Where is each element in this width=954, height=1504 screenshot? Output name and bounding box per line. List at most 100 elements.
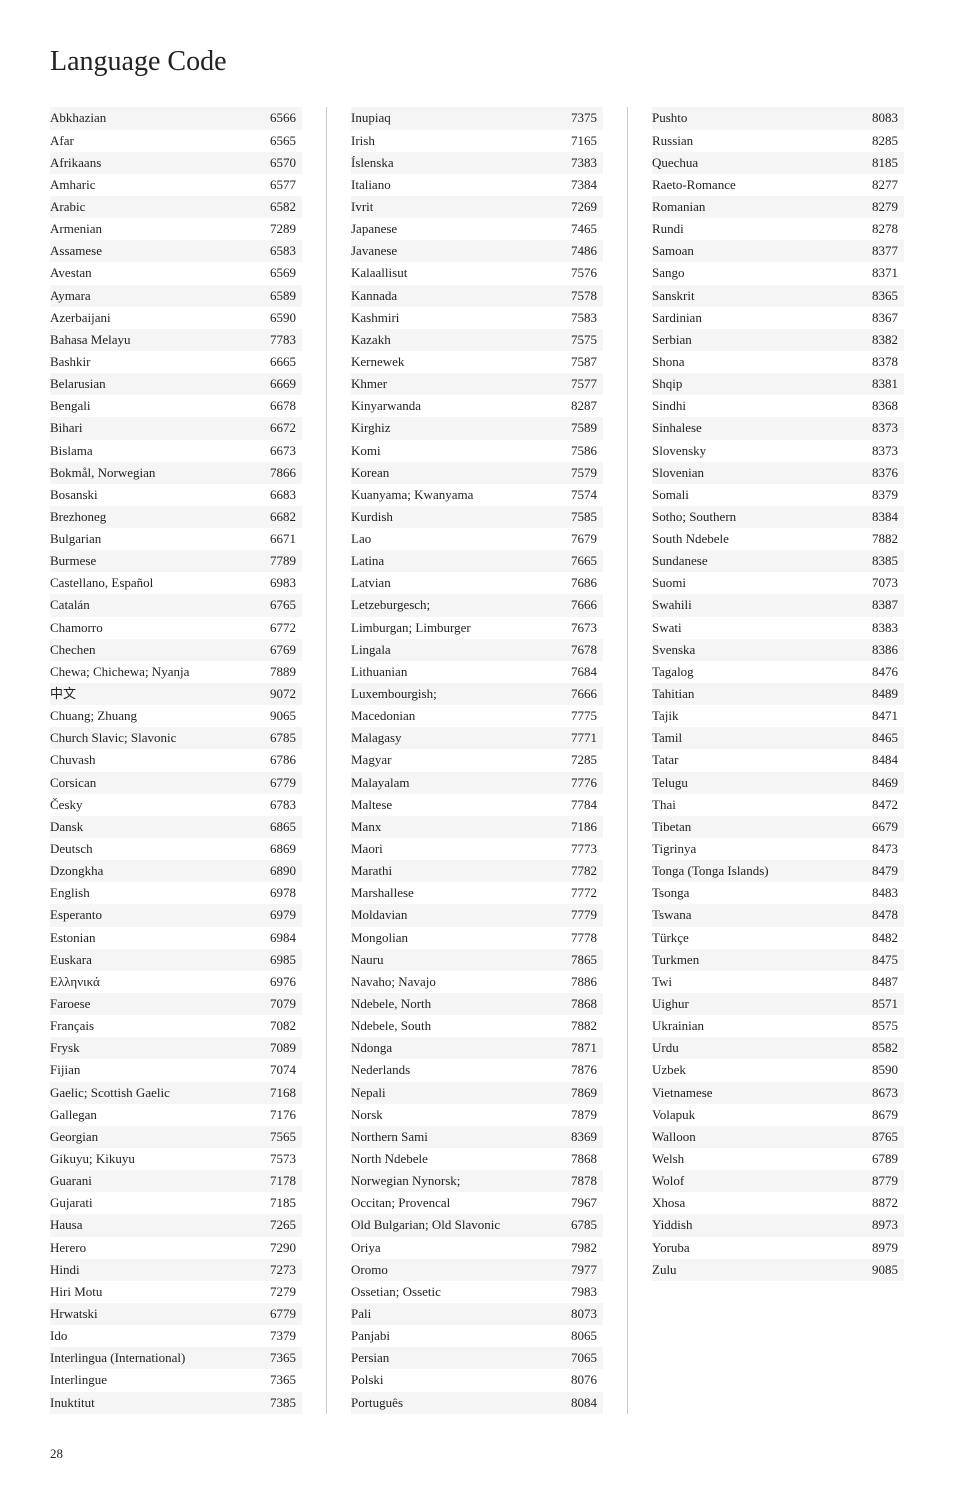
language-name: Oriya: [351, 1238, 561, 1258]
list-item: Old Bulgarian; Old Slavonic6785: [351, 1214, 603, 1236]
language-code: 7587: [561, 352, 597, 372]
list-item: Íslenska7383: [351, 152, 603, 174]
language-name: Ndebele, South: [351, 1016, 561, 1036]
language-name: Italiano: [351, 175, 561, 195]
list-item: Urdu8582: [652, 1037, 904, 1059]
language-name: Javanese: [351, 241, 561, 261]
list-item: Marathi7782: [351, 860, 603, 882]
language-code: 8377: [862, 241, 898, 261]
language-name: Rundi: [652, 219, 862, 239]
language-code: 7185: [260, 1193, 296, 1213]
list-item: Interlingue7365: [50, 1369, 302, 1391]
language-code: 7385: [260, 1393, 296, 1413]
language-code: 8582: [862, 1038, 898, 1058]
language-name: Kernewek: [351, 352, 561, 372]
language-name: Lithuanian: [351, 662, 561, 682]
language-code: 8378: [862, 352, 898, 372]
list-item: Kurdish7585: [351, 506, 603, 528]
language-code: 8365: [862, 286, 898, 306]
language-name: Hausa: [50, 1215, 260, 1235]
language-name: Ivrit: [351, 197, 561, 217]
language-name: Herero: [50, 1238, 260, 1258]
list-item: Tajik8471: [652, 705, 904, 727]
language-code: 7678: [561, 640, 597, 660]
list-item: Maori7773: [351, 838, 603, 860]
list-item: Polski8076: [351, 1369, 603, 1391]
list-item: 中文9072: [50, 683, 302, 705]
language-code: 7773: [561, 839, 597, 859]
list-item: Kernewek7587: [351, 351, 603, 373]
list-item: Guarani7178: [50, 1170, 302, 1192]
language-code: 8483: [862, 883, 898, 903]
language-code: 6769: [260, 640, 296, 660]
list-item: Tahitian8489: [652, 683, 904, 705]
list-item: Serbian8382: [652, 329, 904, 351]
language-name: Afrikaans: [50, 153, 260, 173]
language-name: Marshallese: [351, 883, 561, 903]
language-code: 8073: [561, 1304, 597, 1324]
language-code: 7285: [561, 750, 597, 770]
language-code: 7583: [561, 308, 597, 328]
language-name: Luxembourgish;: [351, 684, 561, 704]
language-code: 7586: [561, 441, 597, 461]
language-code: 7778: [561, 928, 597, 948]
list-item: Estonian6984: [50, 927, 302, 949]
list-item: Ido7379: [50, 1325, 302, 1347]
language-code: 7868: [561, 1149, 597, 1169]
language-name: Brezhoneg: [50, 507, 260, 527]
list-item: Bengali6678: [50, 395, 302, 417]
list-item: Telugu8469: [652, 772, 904, 794]
language-name: Kirghiz: [351, 418, 561, 438]
language-name: Twi: [652, 972, 862, 992]
language-name: Bahasa Melayu: [50, 330, 260, 350]
language-name: Bosanski: [50, 485, 260, 505]
language-name: English: [50, 883, 260, 903]
language-name: Tatar: [652, 750, 862, 770]
language-name: Dzongkha: [50, 861, 260, 881]
language-code: 9065: [260, 706, 296, 726]
list-item: Hausa7265: [50, 1214, 302, 1236]
list-item: Bosanski6683: [50, 484, 302, 506]
language-code: 8478: [862, 905, 898, 925]
list-item: Georgian7565: [50, 1126, 302, 1148]
language-code: 8465: [862, 728, 898, 748]
list-item: Brezhoneg6682: [50, 506, 302, 528]
list-item: Gikuyu; Kikuyu7573: [50, 1148, 302, 1170]
language-code: 8973: [862, 1215, 898, 1235]
language-name: Íslenska: [351, 153, 561, 173]
list-item: Uighur8571: [652, 993, 904, 1015]
language-name: Thai: [652, 795, 862, 815]
language-name: Polski: [351, 1370, 561, 1390]
list-item: Irish7165: [351, 130, 603, 152]
language-name: Urdu: [652, 1038, 862, 1058]
language-name: Sanskrit: [652, 286, 862, 306]
list-item: English6978: [50, 882, 302, 904]
list-item: Bislama6673: [50, 440, 302, 462]
language-name: Turkmen: [652, 950, 862, 970]
list-item: Catalán6765: [50, 594, 302, 616]
language-name: Marathi: [351, 861, 561, 881]
language-code: 6890: [260, 861, 296, 881]
language-code: 7789: [260, 551, 296, 571]
language-code: 6978: [260, 883, 296, 903]
language-code: 6983: [260, 573, 296, 593]
list-item: Limburgan; Limburger7673: [351, 617, 603, 639]
list-item: Malayalam7776: [351, 772, 603, 794]
list-item: Nederlands7876: [351, 1059, 603, 1081]
list-item: Pushto8083: [652, 107, 904, 129]
language-code: 6565: [260, 131, 296, 151]
language-name: Welsh: [652, 1149, 862, 1169]
language-code: 8278: [862, 219, 898, 239]
list-item: Nepali7869: [351, 1082, 603, 1104]
language-code: 7666: [561, 595, 597, 615]
language-name: Volapuk: [652, 1105, 862, 1125]
language-name: Telugu: [652, 773, 862, 793]
language-name: Chuvash: [50, 750, 260, 770]
list-item: Slovensky8373: [652, 440, 904, 462]
list-item: Chuvash6786: [50, 749, 302, 771]
list-item: Bokmål, Norwegian7866: [50, 462, 302, 484]
language-name: Nauru: [351, 950, 561, 970]
language-name: Inuktitut: [50, 1393, 260, 1413]
list-item: Ndonga7871: [351, 1037, 603, 1059]
language-name: Pushto: [652, 108, 862, 128]
